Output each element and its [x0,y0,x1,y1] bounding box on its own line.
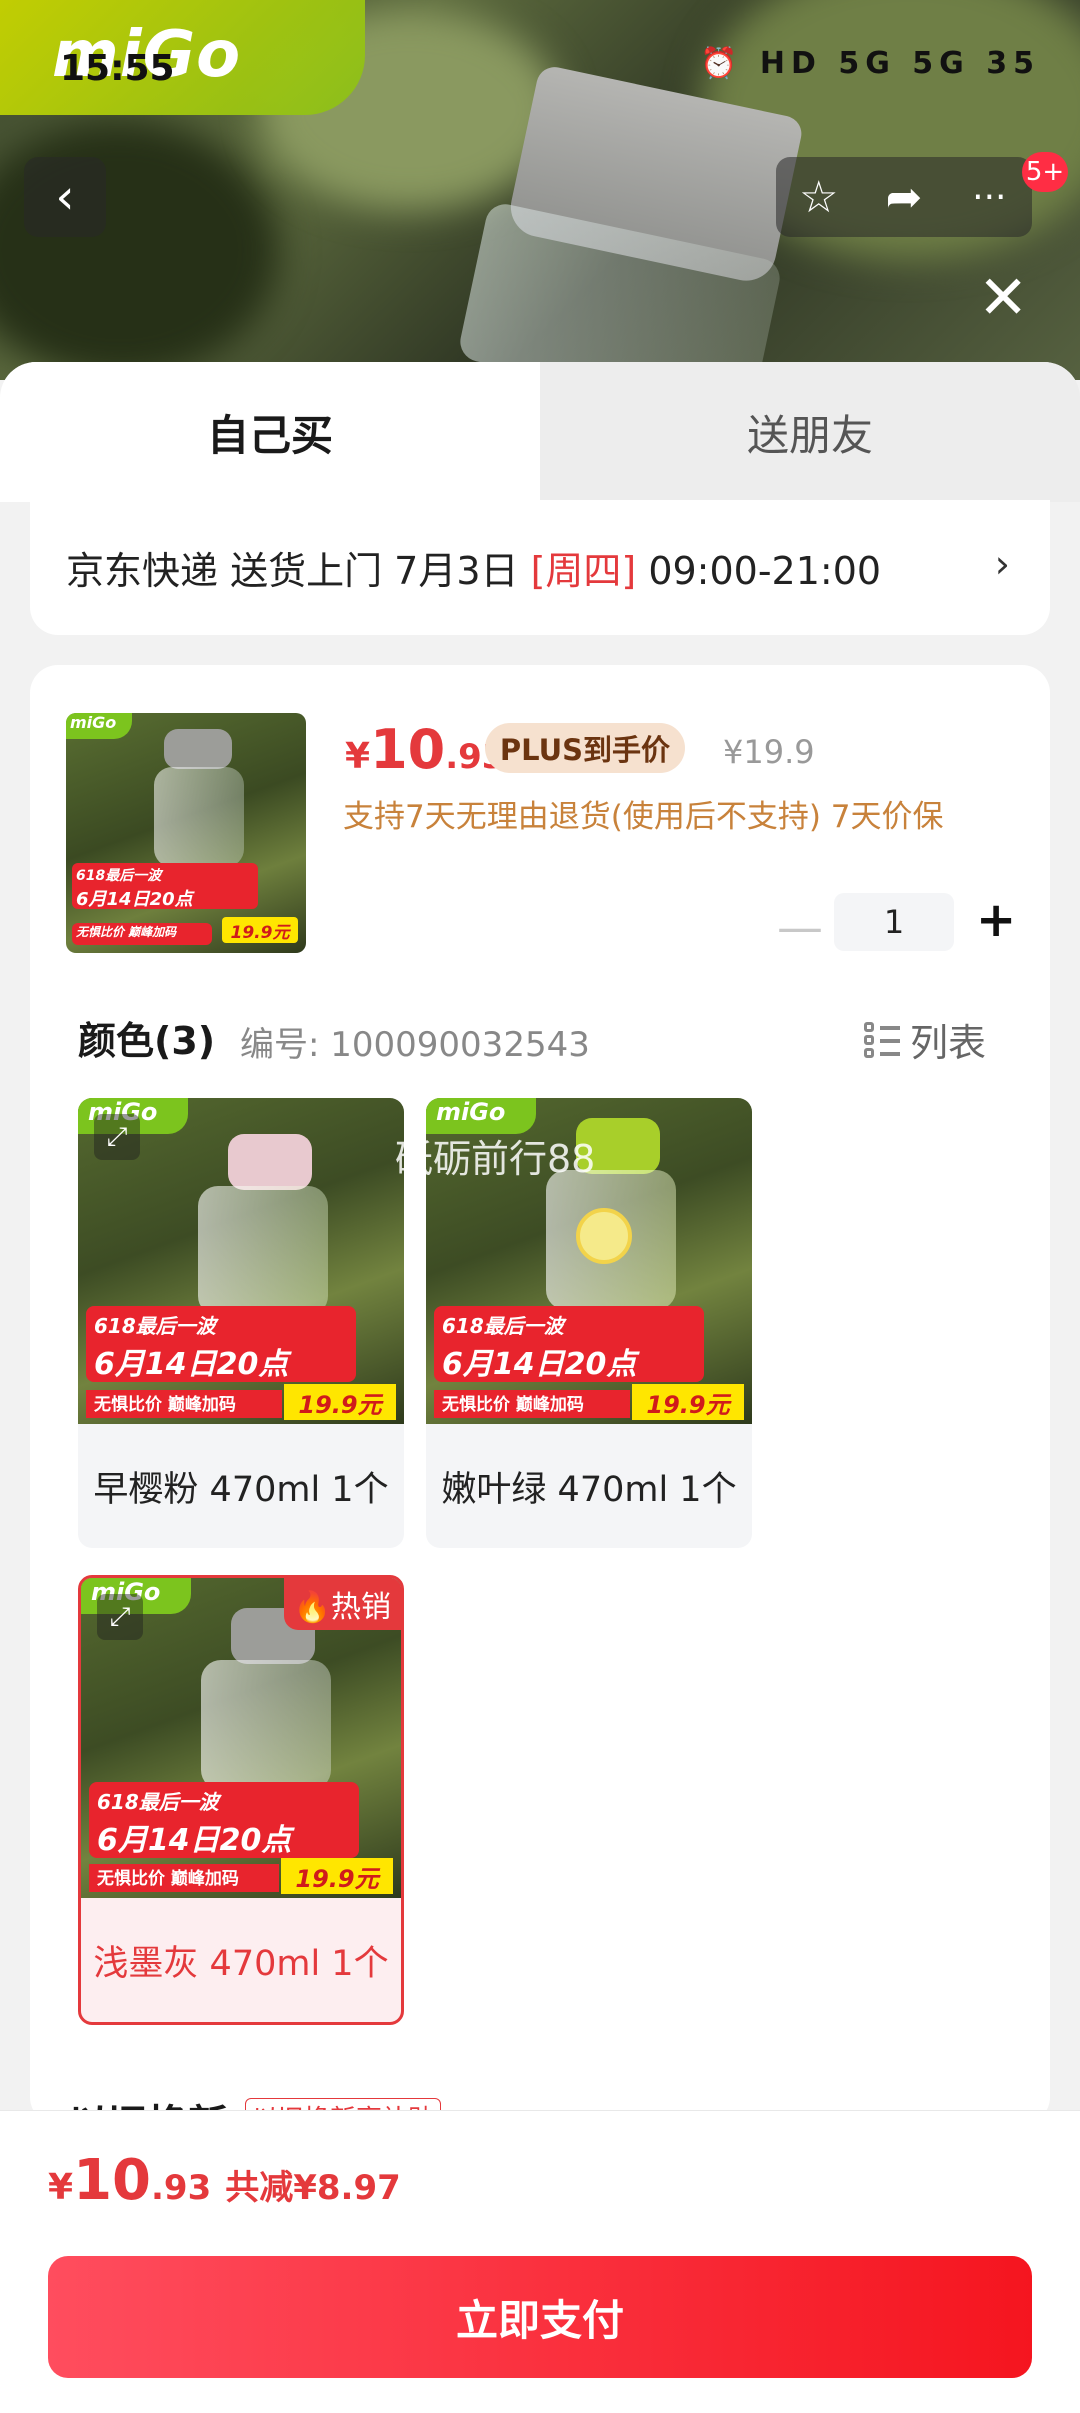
quantity-input[interactable]: 1 [834,893,954,951]
star-icon[interactable]: ☆ [776,172,861,223]
lemon-slice-image [576,1208,632,1264]
chevron-left-icon: ‹ [55,169,75,225]
promo-banner: 618最后一波 6月14日20点 [434,1306,704,1382]
delivery-info[interactable]: 京东快递 送货上门 7月3日 [周四] 09:00-21:00 › [30,500,1050,635]
brand-logo: miGo [66,713,132,739]
option-image: miGo 618最后一波 6月14日20点 19.9元 无惧比价 巅峰加码 ⤢ [78,1098,404,1424]
promo-price-tag: 19.9元 [222,917,298,943]
watermark-text: 砥砺前行88 [395,1137,596,1181]
promo-price-tag: 19.9元 [284,1384,396,1420]
bottle-glass-image [154,767,244,867]
option-label: 浅墨灰 470ml 1个 [93,1943,389,1984]
bottle-cap-image [164,729,232,769]
promo-footer: 无惧比价 巅峰加码 [89,1864,279,1892]
more-icon[interactable]: ··· [947,177,1032,218]
promo-footer: 无惧比价 巅峰加码 [434,1390,630,1418]
original-price: ¥19.9 [723,733,815,771]
tab-gift-friend[interactable]: 送朋友 [540,362,1080,502]
bottle-glass-image [198,1186,328,1316]
sku-number: 编号: 100090032543 [240,1025,590,1065]
promo-banner: 618最后一波 6月14日20点 [72,863,258,910]
message-badge: 5+ [1022,152,1068,192]
header-tools: ☆ ➦ ··· [776,157,1032,237]
return-policy: 支持7天无理由退货(使用后不支持) 7天价保 [343,799,944,835]
expand-icon[interactable]: ⤢ [97,1594,143,1640]
promo-banner: 618最后一波 6月14日20点 [86,1306,356,1382]
option-label: 嫩叶绿 470ml 1个 [441,1469,737,1510]
total-price: ¥10.93 共减¥8.97 [48,2148,401,2213]
promo-footer: 无惧比价 巅峰加码 [86,1390,282,1418]
pay-now-button[interactable]: 立即支付 [48,2256,1032,2378]
back-button[interactable]: ‹ [24,157,106,237]
color-option-pink[interactable]: miGo 618最后一波 6月14日20点 19.9元 无惧比价 巅峰加码 ⤢ … [78,1098,404,1548]
share-icon[interactable]: ➦ [861,172,946,223]
savings-text: 共减¥8.97 [225,2168,401,2208]
option-label: 早樱粉 470ml 1个 [93,1469,389,1510]
flame-icon: 🔥 [293,1590,331,1625]
hot-sale-badge: 🔥热销 [283,1578,401,1630]
expand-icon[interactable]: ⤢ [94,1114,140,1160]
plus-price-tag: PLUS到手价 [485,723,685,773]
product-price: ¥10.93 [345,718,506,781]
quantity-increase-button[interactable]: + [976,892,1016,948]
close-icon[interactable]: ✕ [978,268,1028,328]
bottle-cap-image [228,1134,312,1190]
list-icon [864,1021,900,1058]
color-option-gray[interactable]: miGo 618最后一波 6月14日20点 19.9元 无惧比价 巅峰加码 ⤢ … [78,1575,404,2025]
status-time: 15:55 [60,48,175,89]
bottle-glass-image [201,1660,331,1790]
status-icons: ⏰ HD 5G 5G 35 [700,46,1040,81]
promo-banner: 618最后一波 6月14日20点 [89,1782,359,1858]
chevron-right-icon: › [994,542,1010,586]
promo-price-tag: 19.9元 [281,1858,393,1894]
promo-footer: 无惧比价 巅峰加码 [72,923,212,945]
quantity-decrease-button[interactable]: — [777,900,823,954]
product-thumbnail[interactable]: miGo 618最后一波 6月14日20点 19.9元 无惧比价 巅峰加码 [66,713,306,953]
promo-price-tag: 19.9元 [632,1384,744,1420]
tab-self-buy[interactable]: 自己买 [0,362,540,502]
list-view-button[interactable]: 列表 [864,1012,986,1067]
color-section-title: 颜色(3) [78,1019,216,1063]
delivery-text: 京东快递 送货上门 7月3日 [周四] 09:00-21:00 [66,549,882,593]
